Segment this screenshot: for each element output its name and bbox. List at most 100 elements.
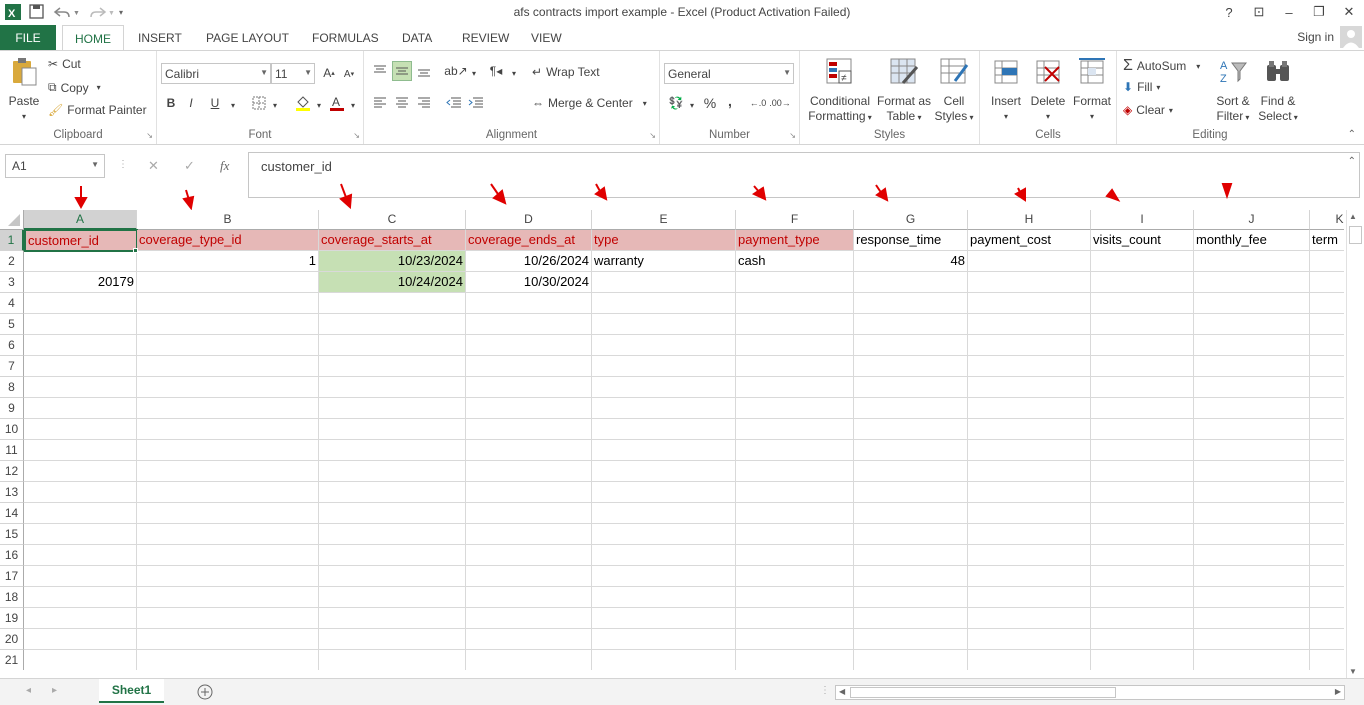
accounting-dropdown-icon[interactable]: ▾	[682, 95, 702, 115]
confirm-entry-icon[interactable]: ✓	[184, 158, 195, 174]
cell-i1[interactable]: visits_count	[1091, 230, 1194, 251]
column-header-k[interactable]: K	[1310, 210, 1344, 230]
cell-g2[interactable]: 48	[854, 251, 968, 272]
row-header[interactable]: 14	[0, 503, 24, 524]
autosum-dropdown-icon[interactable]: ▾	[1196, 62, 1200, 71]
column-header-h[interactable]: H	[968, 210, 1091, 230]
tab-view[interactable]: VIEW	[531, 25, 562, 50]
column-header-c[interactable]: C	[319, 210, 466, 230]
font-name-select[interactable]: Calibri ▼	[161, 63, 271, 84]
column-header-d[interactable]: D	[466, 210, 592, 230]
format-cells-button[interactable]: Format ▾	[1070, 57, 1114, 124]
chevron-down-icon[interactable]: ▼	[91, 160, 99, 169]
italic-button[interactable]: I	[181, 93, 201, 113]
scroll-up-icon[interactable]: ▲	[1349, 212, 1357, 221]
cell-d1[interactable]: coverage_ends_at	[466, 230, 592, 251]
row-header[interactable]: 8	[0, 377, 24, 398]
number-format-select[interactable]: General ▼	[664, 63, 794, 84]
column-header-i[interactable]: I	[1091, 210, 1194, 230]
tab-insert[interactable]: INSERT	[138, 25, 182, 50]
name-box[interactable]: A1 ▼	[5, 154, 105, 178]
row-header[interactable]: 13	[0, 482, 24, 503]
underline-button[interactable]: U	[205, 93, 225, 113]
row-header[interactable]: 21	[0, 650, 24, 670]
insert-cells-button[interactable]: Insert ▾	[986, 57, 1026, 124]
row-header[interactable]: 12	[0, 461, 24, 482]
row-header[interactable]: 18	[0, 587, 24, 608]
minimize-icon[interactable]: –	[1274, 0, 1304, 24]
next-sheet-icon[interactable]: ▸	[52, 685, 57, 696]
tab-file[interactable]: FILE	[0, 25, 56, 50]
row-header[interactable]: 1	[0, 230, 24, 251]
collapse-formula-bar-icon[interactable]: ⌃	[1348, 156, 1356, 167]
user-avatar-icon[interactable]	[1340, 26, 1362, 48]
vertical-scroll-thumb[interactable]	[1349, 226, 1362, 244]
autosum-button[interactable]: Σ AutoSum ▾	[1123, 57, 1200, 75]
copy-button[interactable]: ⧉ Copy ▾	[48, 80, 101, 95]
increase-indent-icon[interactable]	[466, 93, 486, 113]
shrink-font-icon[interactable]: A ▾	[339, 64, 359, 84]
cell-d2[interactable]: 10/26/2024	[466, 251, 592, 272]
help-button[interactable]: ?	[1214, 0, 1244, 24]
row-header[interactable]: 6	[0, 335, 24, 356]
decrease-decimal-icon[interactable]: .00→	[769, 93, 791, 113]
cell-e1[interactable]: type	[592, 230, 736, 251]
cell-a3[interactable]: 20179	[24, 272, 137, 293]
fill-button[interactable]: ⬇ Fill ▾	[1123, 80, 1160, 94]
cut-button[interactable]: ✂ Cut	[48, 57, 81, 71]
wrap-text-button[interactable]: ↵ Wrap Text	[532, 65, 600, 79]
paste-button[interactable]: Paste ▾	[6, 57, 42, 124]
ribbon-display-options-icon[interactable]: ⊡	[1244, 0, 1274, 24]
percent-style-button[interactable]: %	[700, 93, 720, 113]
cell-g1[interactable]: response_time	[854, 230, 968, 251]
tab-formulas[interactable]: FORMULAS	[312, 25, 379, 50]
row-header[interactable]: 16	[0, 545, 24, 566]
increase-decimal-icon[interactable]: ←.0	[748, 93, 768, 113]
find-select-button[interactable]: Find & Select ▾	[1255, 57, 1301, 125]
column-header-e[interactable]: E	[592, 210, 736, 230]
clear-button[interactable]: ◈ Clear ▾	[1123, 103, 1173, 117]
cell-c3[interactable]: 10/24/2024	[319, 272, 466, 293]
column-header-f[interactable]: F	[736, 210, 854, 230]
orientation-dropdown-icon[interactable]: ▾	[464, 63, 484, 83]
bold-button[interactable]: B	[161, 93, 181, 113]
cell-f1[interactable]: payment_type	[736, 230, 854, 251]
text-direction-icon[interactable]: ¶◂	[486, 61, 506, 81]
dialog-launcher-icon[interactable]: ↘	[146, 131, 153, 140]
middle-align-icon[interactable]	[392, 61, 412, 81]
cell-a1[interactable]: customer_id	[24, 229, 138, 252]
column-header-j[interactable]: J	[1194, 210, 1310, 230]
splitter-grip-icon[interactable]: ⋮	[820, 685, 830, 696]
cell-styles-button[interactable]: Cell Styles ▾	[932, 57, 976, 125]
row-header[interactable]: 17	[0, 566, 24, 587]
select-all-corner[interactable]	[0, 210, 24, 230]
vertical-scrollbar[interactable]: ▲ ▼	[1346, 210, 1363, 678]
cell-c2[interactable]: 10/23/2024	[319, 251, 466, 272]
format-painter-button[interactable]: 🖌 Format Painter	[48, 103, 147, 117]
worksheet-grid[interactable]: A B C D E F G H I J K 1 2 3 4 5 6 7 8 9 …	[0, 208, 1344, 670]
cell-b1[interactable]: coverage_type_id	[137, 230, 319, 251]
top-align-icon[interactable]	[370, 61, 390, 81]
row-header[interactable]: 3	[0, 272, 24, 293]
row-header[interactable]: 11	[0, 440, 24, 461]
copy-dropdown-icon[interactable]: ▾	[97, 83, 101, 92]
decrease-indent-icon[interactable]	[444, 93, 464, 113]
cell-d3[interactable]: 10/30/2024	[466, 272, 592, 293]
scroll-right-icon[interactable]: ▶	[1335, 687, 1341, 696]
scroll-left-icon[interactable]: ◀	[839, 687, 845, 696]
cell-f2[interactable]: cash	[736, 251, 854, 272]
row-header[interactable]: 20	[0, 629, 24, 650]
tab-page-layout[interactable]: PAGE LAYOUT	[206, 25, 289, 50]
underline-dropdown-icon[interactable]: ▾	[223, 95, 243, 115]
cell-c1[interactable]: coverage_starts_at	[319, 230, 466, 251]
tab-data[interactable]: DATA	[402, 25, 432, 50]
horizontal-scrollbar[interactable]: ◀ ▶	[835, 685, 1345, 700]
fill-handle[interactable]	[133, 248, 138, 253]
font-color-dropdown-icon[interactable]: ▾	[343, 95, 363, 115]
prev-sheet-icon[interactable]: ◂	[26, 685, 31, 696]
fill-color-dropdown-icon[interactable]: ▾	[309, 95, 329, 115]
new-sheet-icon[interactable]	[197, 684, 213, 700]
row-header[interactable]: 5	[0, 314, 24, 335]
horizontal-scroll-thumb[interactable]	[850, 687, 1116, 698]
collapse-ribbon-icon[interactable]: ⌃	[1348, 129, 1356, 140]
